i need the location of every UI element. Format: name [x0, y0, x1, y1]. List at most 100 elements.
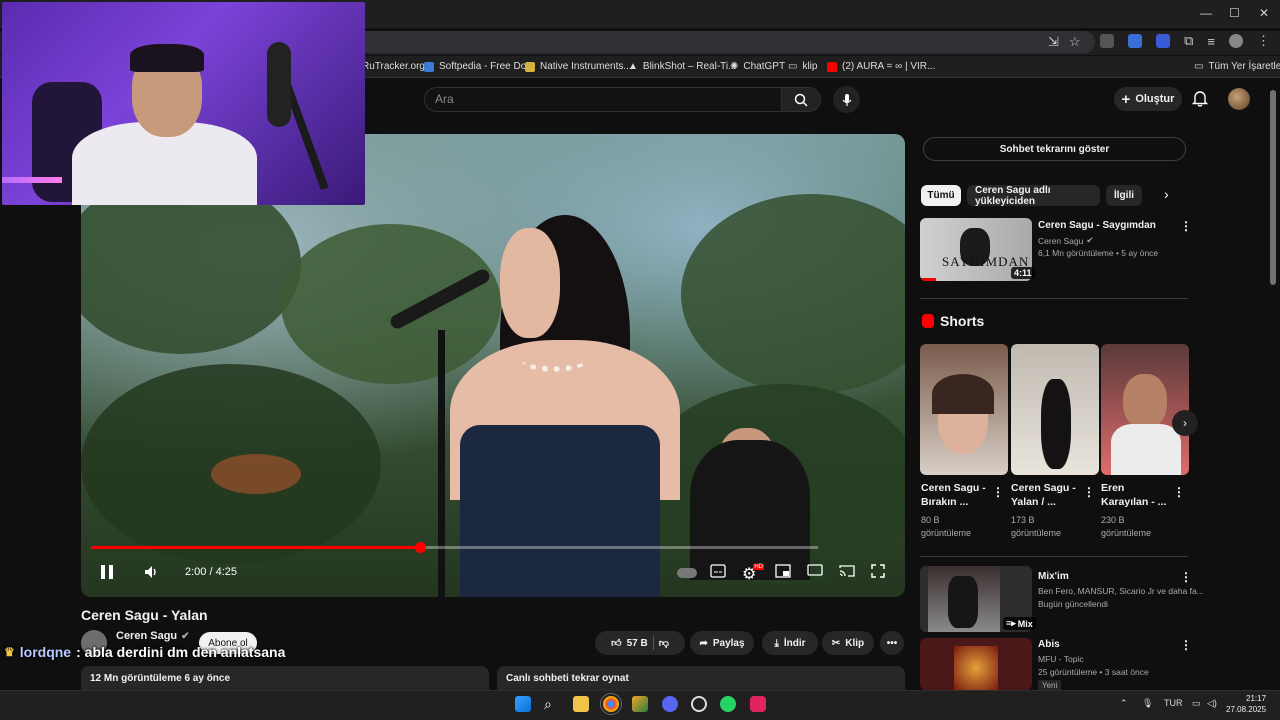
plus-icon: +: [1121, 90, 1131, 108]
page-scrollbar[interactable]: [1270, 90, 1276, 285]
short-title-2[interactable]: Ceren Sagu - Yalan / ...: [1011, 481, 1076, 509]
channel-name[interactable]: Ceren Sagu ✔: [116, 630, 190, 642]
abis-thumbnail[interactable]: [920, 638, 1032, 690]
chip-related[interactable]: İlgili: [1106, 185, 1142, 206]
bookmark-aura[interactable]: (2) AURA = ∞ | VIR...: [827, 61, 935, 72]
tray-expand-icon[interactable]: ⌃: [1120, 698, 1128, 709]
shorts-next-button[interactable]: ›: [1172, 410, 1198, 436]
live-chat-replay-box[interactable]: Canlı sohbeti tekrar oynat: [497, 666, 905, 690]
share-button[interactable]: ➦ Paylaş: [690, 631, 754, 655]
fullscreen-button[interactable]: [871, 564, 885, 578]
verified-icon: ✔: [181, 630, 190, 642]
more-options-icon[interactable]: ⋮: [1173, 485, 1185, 499]
extension-icon[interactable]: [1100, 34, 1115, 48]
speaker-icon[interactable]: ◁): [1207, 698, 1217, 709]
media-control-icon[interactable]: ≡: [1207, 34, 1215, 49]
all-bookmarks-folder[interactable]: ▭ Tüm Yer İşaretleri: [1194, 61, 1280, 72]
search-icon[interactable]: ⌕: [544, 696, 560, 712]
folder-icon: ▭: [788, 61, 798, 72]
short-thumbnail-3[interactable]: [1101, 344, 1189, 475]
search-button[interactable]: [781, 87, 821, 112]
youtube-icon: [827, 61, 837, 72]
system-clock[interactable]: 21:17 27.08.2025: [1226, 693, 1266, 715]
streamer-webcam: [2, 2, 365, 205]
chrome-icon[interactable]: [600, 693, 622, 715]
volume-icon: [145, 566, 156, 578]
browser-menu-icon[interactable]: ⋮: [1257, 33, 1270, 49]
input-language[interactable]: TUR: [1164, 698, 1183, 708]
app-icon[interactable]: [691, 696, 707, 712]
app-icon[interactable]: [750, 696, 766, 712]
rec-title[interactable]: Ceren Sagu - Saygımdan: [1038, 220, 1156, 231]
short-thumbnail-1[interactable]: [920, 344, 1008, 475]
chip-all[interactable]: Tümü: [921, 185, 961, 206]
bookmark-klip[interactable]: ▭ klip: [788, 61, 817, 72]
more-options-icon[interactable]: ⋮: [992, 485, 1004, 499]
chevron-right-icon[interactable]: ›: [1164, 186, 1169, 202]
download-button[interactable]: ⤓ İndir: [762, 631, 818, 655]
like-button[interactable]: 👍︎ 57 B: [611, 637, 648, 650]
discord-icon[interactable]: [662, 696, 678, 712]
bookmark-blinkshot[interactable]: ▲ BlinkShot – Real-Ti...: [628, 61, 736, 72]
dislike-button[interactable]: 👎︎: [659, 637, 669, 649]
voice-search-button[interactable]: [833, 86, 860, 113]
autoplay-toggle[interactable]: [677, 568, 697, 578]
install-app-icon[interactable]: ⇲: [1048, 34, 1059, 50]
calendar-extension-icon[interactable]: [1156, 34, 1171, 48]
maximize-button[interactable]: ☐: [1229, 6, 1240, 20]
network-icon[interactable]: ▭: [1192, 698, 1201, 709]
more-options-icon[interactable]: ⋮: [1180, 219, 1192, 233]
more-options-icon[interactable]: ⋮: [1180, 570, 1192, 584]
translate-extension-icon[interactable]: [1128, 34, 1143, 48]
settings-button[interactable]: ⚙ HD: [742, 564, 767, 584]
rec-channel[interactable]: Ceren Sagu ✔: [1038, 235, 1094, 246]
short-title-1[interactable]: Ceren Sagu - Bırakın ...: [921, 481, 986, 509]
volume-button[interactable]: [143, 564, 159, 580]
chevron-right-icon: ›: [1183, 416, 1187, 430]
video-progress-bar[interactable]: [91, 542, 818, 553]
theater-mode-button[interactable]: [807, 564, 823, 576]
url-field[interactable]: [350, 31, 1095, 53]
more-options-icon[interactable]: ⋮: [1180, 638, 1192, 652]
abis-title[interactable]: Abis: [1038, 639, 1060, 650]
app-icon[interactable]: [632, 696, 648, 712]
more-actions-button[interactable]: •••: [880, 631, 904, 655]
cast-button[interactable]: [839, 564, 855, 578]
theater-icon: [807, 564, 823, 576]
description-box[interactable]: 12 Mn görüntüleme 6 ay önce: [81, 666, 489, 690]
mix-artists: Ben Fero, MANSUR, Sicario Jr ve daha fa.…: [1038, 586, 1204, 596]
bookmark-rutracker[interactable]: RuTracker.org: [362, 61, 425, 72]
show-chat-replay-button[interactable]: Sohbet tekrarını göster: [923, 137, 1186, 161]
blinkshot-icon: ▲: [628, 61, 638, 72]
bookmark-chatgpt[interactable]: ✺ ChatGPT: [730, 61, 785, 72]
clip-button[interactable]: ✂ Klip: [822, 631, 874, 655]
whatsapp-icon[interactable]: [720, 696, 736, 712]
like-dislike-group: 👍︎ 57 B 👎︎: [595, 631, 685, 655]
cast-icon: [839, 565, 855, 577]
chip-from-uploader[interactable]: Ceren Sagu adlı yükleyiciden: [967, 185, 1100, 207]
profile-icon[interactable]: [1229, 34, 1243, 48]
duration-badge: 4:11: [1011, 267, 1035, 279]
file-explorer-icon[interactable]: [573, 696, 589, 712]
shorts-logo-icon: [922, 314, 934, 328]
search-icon: [794, 93, 808, 107]
pause-button[interactable]: [99, 564, 115, 580]
minimize-button[interactable]: —: [1200, 6, 1212, 20]
create-button[interactable]: + Oluştur: [1114, 87, 1182, 111]
microphone-icon[interactable]: 🎙︎: [1142, 698, 1153, 709]
miniplayer-button[interactable]: [775, 564, 791, 578]
notifications-bell-icon[interactable]: [1192, 89, 1208, 107]
puzzle-extensions-icon[interactable]: ⧉: [1184, 33, 1193, 49]
bookmark-star-icon[interactable]: ☆: [1069, 34, 1081, 50]
more-options-icon[interactable]: ⋮: [1083, 485, 1095, 499]
close-window-button[interactable]: ✕: [1259, 6, 1269, 20]
subtitles-button[interactable]: [710, 564, 726, 578]
short-title-3[interactable]: Eren Karayılan - ...: [1101, 481, 1166, 509]
mix-title[interactable]: Mix'im: [1038, 571, 1069, 582]
bookmark-softpedia[interactable]: Softpedia - Free Do...: [424, 61, 535, 72]
short-thumbnail-2[interactable]: [1011, 344, 1099, 475]
search-input[interactable]: Ara: [424, 87, 782, 112]
windows-start-icon[interactable]: [515, 696, 531, 712]
account-avatar[interactable]: [1228, 88, 1250, 110]
bookmark-native-instruments[interactable]: Native Instruments...: [525, 61, 632, 72]
